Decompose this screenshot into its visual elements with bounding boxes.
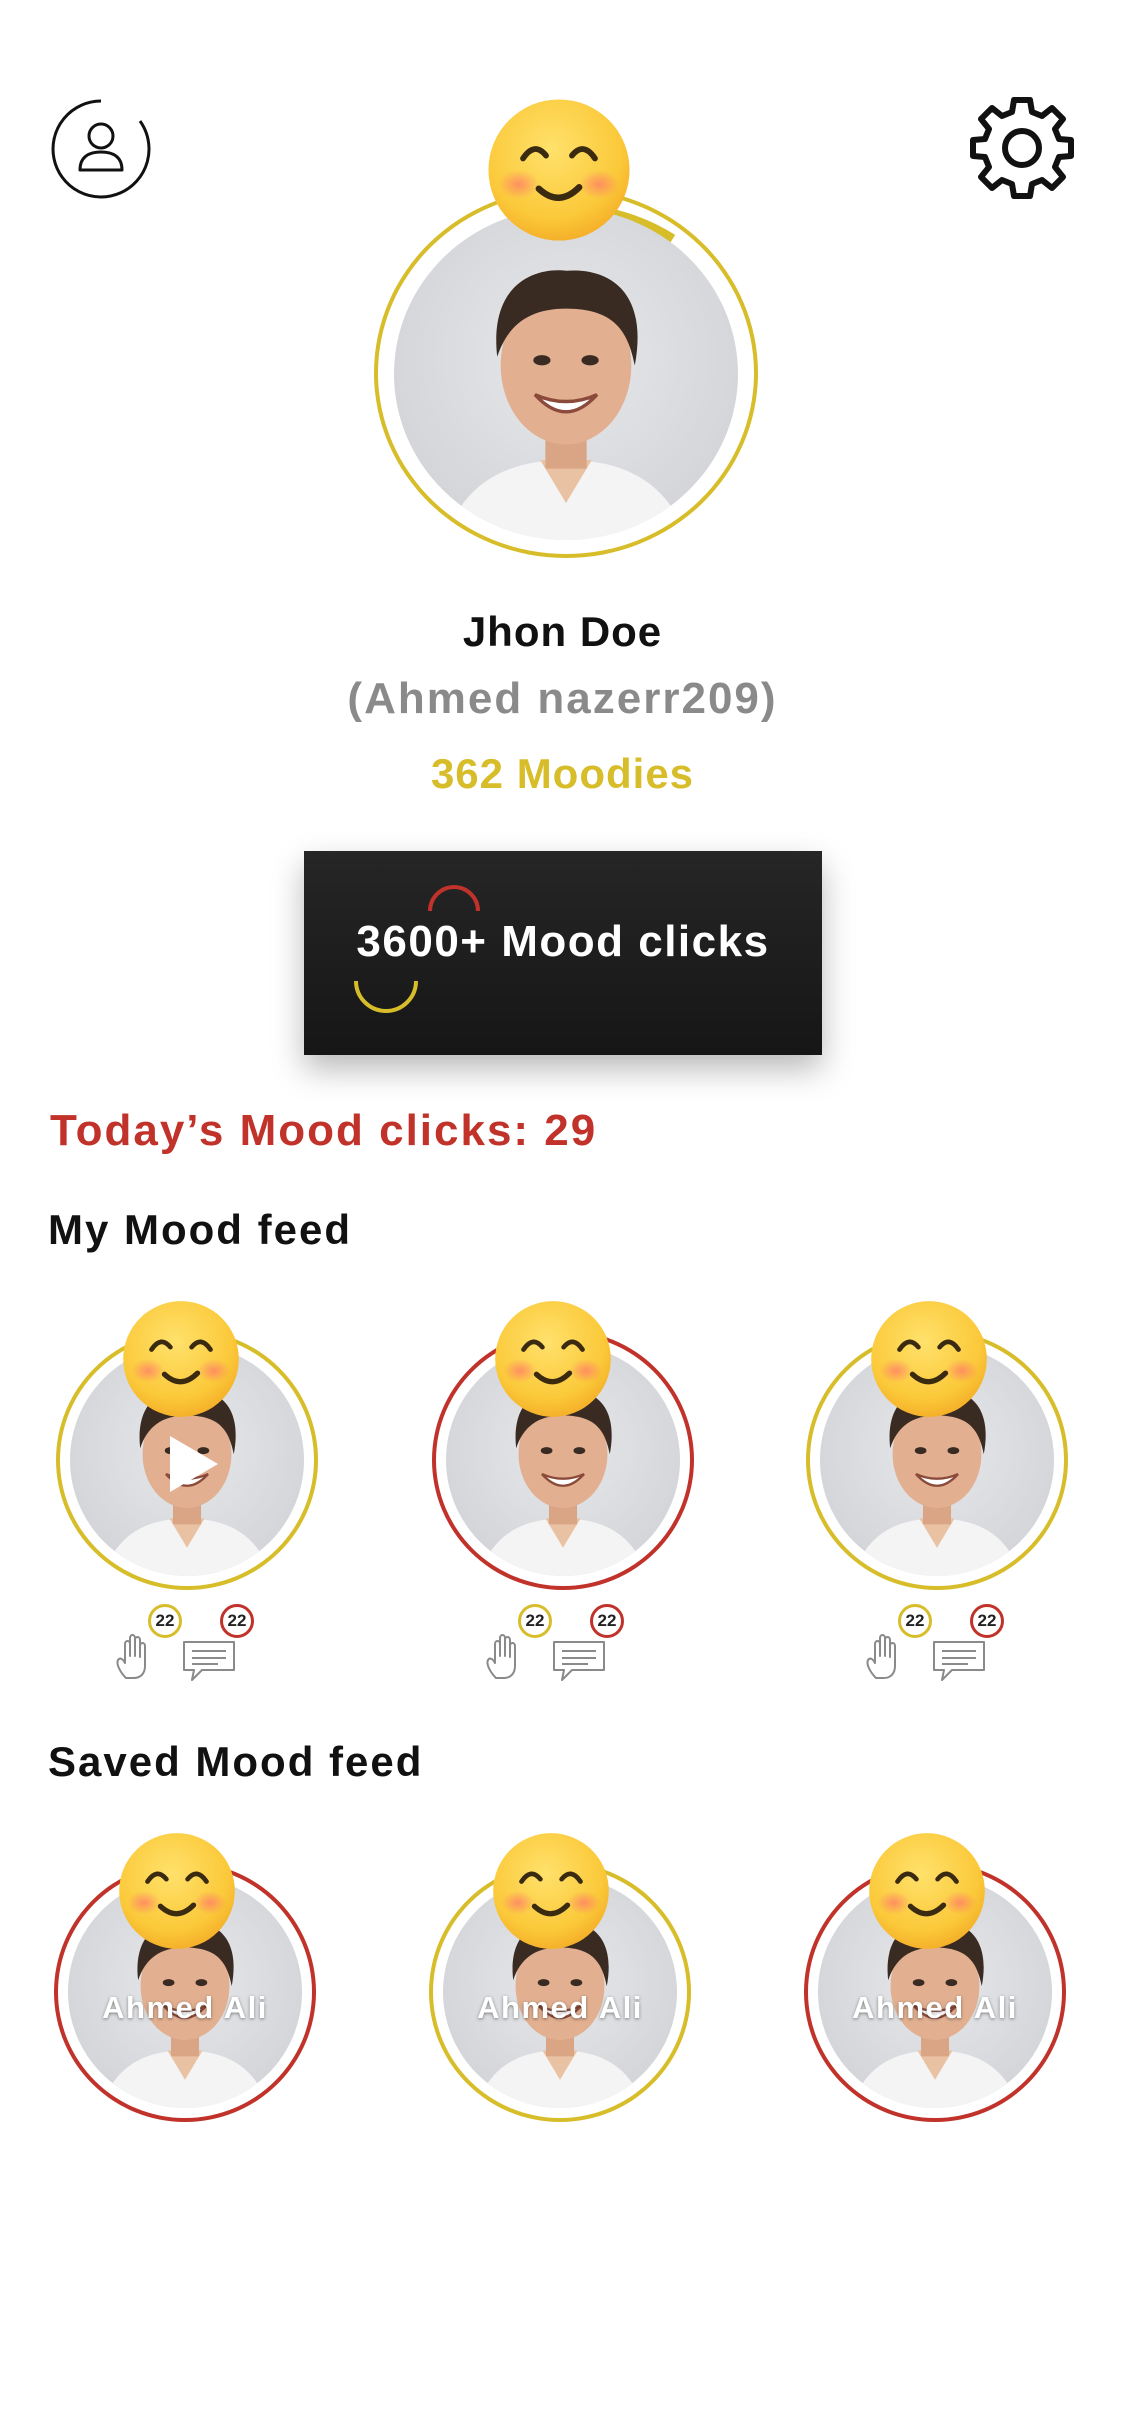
saved-item-label: Ahmed Ali — [852, 1990, 1018, 2025]
profile-button[interactable] — [50, 98, 152, 200]
smile-emoji-icon — [118, 1832, 236, 1950]
comments-count: 22 — [970, 1604, 1004, 1638]
hand-icon[interactable] — [482, 1630, 530, 1682]
today-mood-clicks: Today’s Mood clicks: 29 — [50, 1106, 598, 1155]
saved-item-label: Ahmed Ali — [477, 1990, 643, 2025]
comments-count: 22 — [220, 1604, 254, 1638]
mood-clicks-banner[interactable]: 3600+ Mood clicks — [304, 851, 822, 1055]
smile-emoji-icon — [487, 98, 631, 242]
play-icon[interactable] — [162, 1432, 222, 1496]
likes-count: 22 — [148, 1604, 182, 1638]
feed-stats: 22 22 — [112, 1600, 262, 1682]
hand-icon[interactable] — [862, 1630, 910, 1682]
user-name: Jhon Doe — [462, 608, 663, 655]
saved-mood-feed-title: Saved Mood feed — [48, 1738, 424, 1785]
moodies-count[interactable]: 362 Moodies — [0, 750, 1125, 798]
comment-icon[interactable] — [932, 1640, 986, 1682]
my-mood-feed-title: My Mood feed — [48, 1206, 352, 1253]
smile-emoji-icon — [870, 1300, 988, 1418]
profile-photo — [394, 208, 738, 540]
gear-icon — [970, 97, 1074, 199]
hand-icon[interactable] — [112, 1630, 160, 1682]
saved-item-label: Ahmed Ali — [102, 1990, 268, 2025]
user-handle: (Ahmed nazerr209) — [347, 674, 778, 723]
comment-icon[interactable] — [182, 1640, 236, 1682]
mood-arc-red-icon — [428, 885, 480, 912]
feed-stats: 22 22 — [482, 1600, 632, 1682]
smile-emoji-icon — [122, 1300, 240, 1418]
smile-emoji-icon — [494, 1300, 612, 1418]
smile-emoji-icon — [492, 1832, 610, 1950]
comment-icon[interactable] — [552, 1640, 606, 1682]
feed-stats: 22 22 — [862, 1600, 1012, 1682]
mood-clicks-label: 3600+ Mood clicks — [356, 917, 770, 966]
smile-emoji-icon — [868, 1832, 986, 1950]
mood-arc-yellow-icon — [354, 980, 418, 1013]
user-profile-icon — [51, 99, 151, 199]
comments-count: 22 — [590, 1604, 624, 1638]
likes-count: 22 — [518, 1604, 552, 1638]
likes-count: 22 — [898, 1604, 932, 1638]
settings-button[interactable] — [970, 96, 1074, 200]
